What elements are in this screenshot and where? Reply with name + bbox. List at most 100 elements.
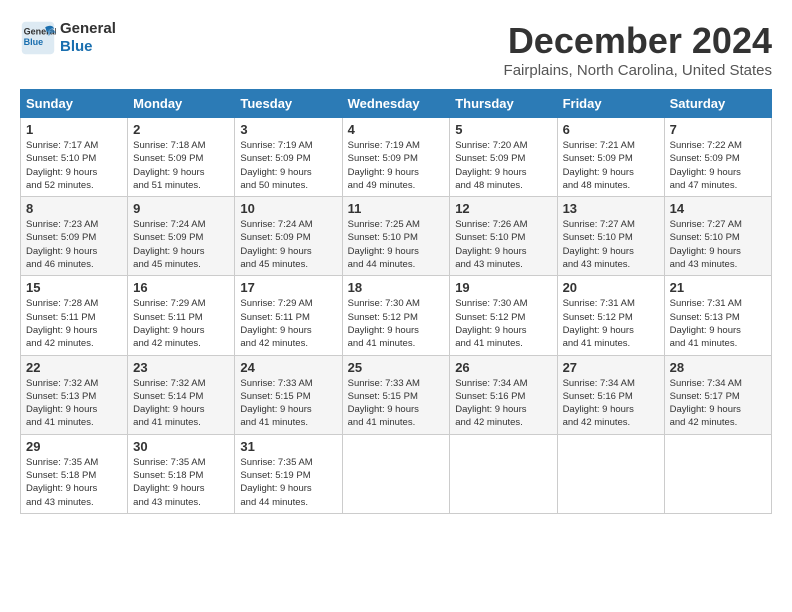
day-number: 8	[26, 201, 122, 216]
calendar-cell: 15 Sunrise: 7:28 AM Sunset: 5:11 PM Dayli…	[21, 276, 128, 355]
day-number: 5	[455, 122, 551, 137]
day-info: Sunrise: 7:25 AM Sunset: 5:10 PM Dayligh…	[348, 218, 445, 271]
day-number: 22	[26, 360, 122, 375]
day-info: Sunrise: 7:27 AM Sunset: 5:10 PM Dayligh…	[563, 218, 659, 271]
day-number: 18	[348, 280, 445, 295]
day-number: 11	[348, 201, 445, 216]
day-number: 3	[240, 122, 336, 137]
logo-blue: Blue	[60, 38, 116, 56]
calendar-cell: 24 Sunrise: 7:33 AM Sunset: 5:15 PM Dayli…	[235, 355, 342, 434]
day-number: 20	[563, 280, 659, 295]
calendar-cell: 25 Sunrise: 7:33 AM Sunset: 5:15 PM Dayli…	[342, 355, 450, 434]
calendar-cell: 28 Sunrise: 7:34 AM Sunset: 5:17 PM Dayli…	[664, 355, 771, 434]
calendar-cell	[450, 434, 557, 513]
logo-general: General	[60, 20, 116, 38]
week-row-2: 8 Sunrise: 7:23 AM Sunset: 5:09 PM Daylig…	[21, 197, 772, 276]
day-number: 26	[455, 360, 551, 375]
calendar-cell: 9 Sunrise: 7:24 AM Sunset: 5:09 PM Daylig…	[128, 197, 235, 276]
calendar-cell: 5 Sunrise: 7:20 AM Sunset: 5:09 PM Daylig…	[450, 118, 557, 197]
day-info: Sunrise: 7:32 AM Sunset: 5:13 PM Dayligh…	[26, 377, 122, 430]
calendar-cell: 3Sunrise: 7:19 AM Sunset: 5:09 PM Daylig…	[235, 118, 342, 197]
calendar-table: SundayMondayTuesdayWednesdayThursdayFrid…	[20, 89, 772, 514]
day-info: Sunrise: 7:32 AM Sunset: 5:14 PM Dayligh…	[133, 377, 229, 430]
day-info: Sunrise: 7:35 AM Sunset: 5:18 PM Dayligh…	[26, 456, 122, 509]
calendar-cell: 22 Sunrise: 7:32 AM Sunset: 5:13 PM Dayli…	[21, 355, 128, 434]
day-info: Sunrise: 7:21 AM Sunset: 5:09 PM Dayligh…	[563, 139, 659, 192]
day-info: Sunrise: 7:23 AM Sunset: 5:09 PM Dayligh…	[26, 218, 122, 271]
day-number: 6	[563, 122, 659, 137]
day-info: Sunrise: 7:17 AM Sunset: 5:10 PM Dayligh…	[26, 139, 122, 192]
svg-text:Blue: Blue	[24, 37, 44, 47]
day-info: Sunrise: 7:24 AM Sunset: 5:09 PM Dayligh…	[133, 218, 229, 271]
week-row-4: 22 Sunrise: 7:32 AM Sunset: 5:13 PM Dayli…	[21, 355, 772, 434]
day-number: 1	[26, 122, 122, 137]
header-tuesday: Tuesday	[235, 90, 342, 118]
calendar-cell: 26 Sunrise: 7:34 AM Sunset: 5:16 PM Dayli…	[450, 355, 557, 434]
calendar-cell: 13Sunrise: 7:27 AM Sunset: 5:10 PM Dayli…	[557, 197, 664, 276]
header-saturday: Saturday	[664, 90, 771, 118]
calendar-cell: 23 Sunrise: 7:32 AM Sunset: 5:14 PM Dayli…	[128, 355, 235, 434]
header-monday: Monday	[128, 90, 235, 118]
calendar-cell	[557, 434, 664, 513]
calendar-cell: 21 Sunrise: 7:31 AM Sunset: 5:13 PM Dayli…	[664, 276, 771, 355]
logo-icon: General Blue	[20, 20, 56, 56]
day-info: Sunrise: 7:34 AM Sunset: 5:16 PM Dayligh…	[455, 377, 551, 430]
day-number: 27	[563, 360, 659, 375]
week-row-5: 29 Sunrise: 7:35 AM Sunset: 5:18 PM Dayli…	[21, 434, 772, 513]
day-info: Sunrise: 7:26 AM Sunset: 5:10 PM Dayligh…	[455, 218, 551, 271]
day-info: Sunrise: 7:35 AM Sunset: 5:18 PM Dayligh…	[133, 456, 229, 509]
day-info: Sunrise: 7:33 AM Sunset: 5:15 PM Dayligh…	[348, 377, 445, 430]
day-info: Sunrise: 7:31 AM Sunset: 5:13 PM Dayligh…	[670, 297, 766, 350]
header-friday: Friday	[557, 90, 664, 118]
day-info: Sunrise: 7:24 AM Sunset: 5:09 PM Dayligh…	[240, 218, 336, 271]
day-number: 21	[670, 280, 766, 295]
calendar-cell: 19Sunrise: 7:30 AM Sunset: 5:12 PM Dayli…	[450, 276, 557, 355]
day-number: 24	[240, 360, 336, 375]
calendar-cell: 4Sunrise: 7:19 AM Sunset: 5:09 PM Daylig…	[342, 118, 450, 197]
day-number: 4	[348, 122, 445, 137]
header-sunday: Sunday	[21, 90, 128, 118]
calendar-subtitle: Fairplains, North Carolina, United State…	[504, 62, 772, 79]
day-number: 25	[348, 360, 445, 375]
day-info: Sunrise: 7:30 AM Sunset: 5:12 PM Dayligh…	[455, 297, 551, 350]
day-info: Sunrise: 7:33 AM Sunset: 5:15 PM Dayligh…	[240, 377, 336, 430]
day-number: 30	[133, 439, 229, 454]
header-thursday: Thursday	[450, 90, 557, 118]
week-row-1: 1 Sunrise: 7:17 AM Sunset: 5:10 PM Daylig…	[21, 118, 772, 197]
day-number: 23	[133, 360, 229, 375]
calendar-title: December 2024	[504, 20, 772, 62]
calendar-cell: 30 Sunrise: 7:35 AM Sunset: 5:18 PM Dayli…	[128, 434, 235, 513]
day-number: 10	[240, 201, 336, 216]
day-info: Sunrise: 7:35 AM Sunset: 5:19 PM Dayligh…	[240, 456, 336, 509]
day-info: Sunrise: 7:29 AM Sunset: 5:11 PM Dayligh…	[240, 297, 336, 350]
calendar-cell	[342, 434, 450, 513]
day-info: Sunrise: 7:18 AM Sunset: 5:09 PM Dayligh…	[133, 139, 229, 192]
calendar-cell: 17 Sunrise: 7:29 AM Sunset: 5:11 PM Dayli…	[235, 276, 342, 355]
logo: General Blue General Blue	[20, 20, 116, 56]
day-info: Sunrise: 7:28 AM Sunset: 5:11 PM Dayligh…	[26, 297, 122, 350]
day-number: 17	[240, 280, 336, 295]
calendar-cell: 20Sunrise: 7:31 AM Sunset: 5:12 PM Dayli…	[557, 276, 664, 355]
calendar-cell: 31 Sunrise: 7:35 AM Sunset: 5:19 PM Dayli…	[235, 434, 342, 513]
day-number: 29	[26, 439, 122, 454]
calendar-cell: 18Sunrise: 7:30 AM Sunset: 5:12 PM Dayli…	[342, 276, 450, 355]
day-number: 15	[26, 280, 122, 295]
calendar-cell	[664, 434, 771, 513]
calendar-cell: 8 Sunrise: 7:23 AM Sunset: 5:09 PM Daylig…	[21, 197, 128, 276]
day-number: 2	[133, 122, 229, 137]
calendar-cell: 12Sunrise: 7:26 AM Sunset: 5:10 PM Dayli…	[450, 197, 557, 276]
calendar-cell: 29 Sunrise: 7:35 AM Sunset: 5:18 PM Dayli…	[21, 434, 128, 513]
calendar-cell: 7Sunrise: 7:22 AM Sunset: 5:09 PM Daylig…	[664, 118, 771, 197]
day-number: 9	[133, 201, 229, 216]
calendar-cell: 6 Sunrise: 7:21 AM Sunset: 5:09 PM Daylig…	[557, 118, 664, 197]
day-info: Sunrise: 7:20 AM Sunset: 5:09 PM Dayligh…	[455, 139, 551, 192]
calendar-cell: 1 Sunrise: 7:17 AM Sunset: 5:10 PM Daylig…	[21, 118, 128, 197]
calendar-cell: 10 Sunrise: 7:24 AM Sunset: 5:09 PM Dayli…	[235, 197, 342, 276]
day-number: 28	[670, 360, 766, 375]
calendar-header-row: SundayMondayTuesdayWednesdayThursdayFrid…	[21, 90, 772, 118]
day-number: 31	[240, 439, 336, 454]
day-info: Sunrise: 7:34 AM Sunset: 5:17 PM Dayligh…	[670, 377, 766, 430]
title-section: December 2024 Fairplains, North Carolina…	[504, 20, 772, 79]
header-wednesday: Wednesday	[342, 90, 450, 118]
day-info: Sunrise: 7:29 AM Sunset: 5:11 PM Dayligh…	[133, 297, 229, 350]
